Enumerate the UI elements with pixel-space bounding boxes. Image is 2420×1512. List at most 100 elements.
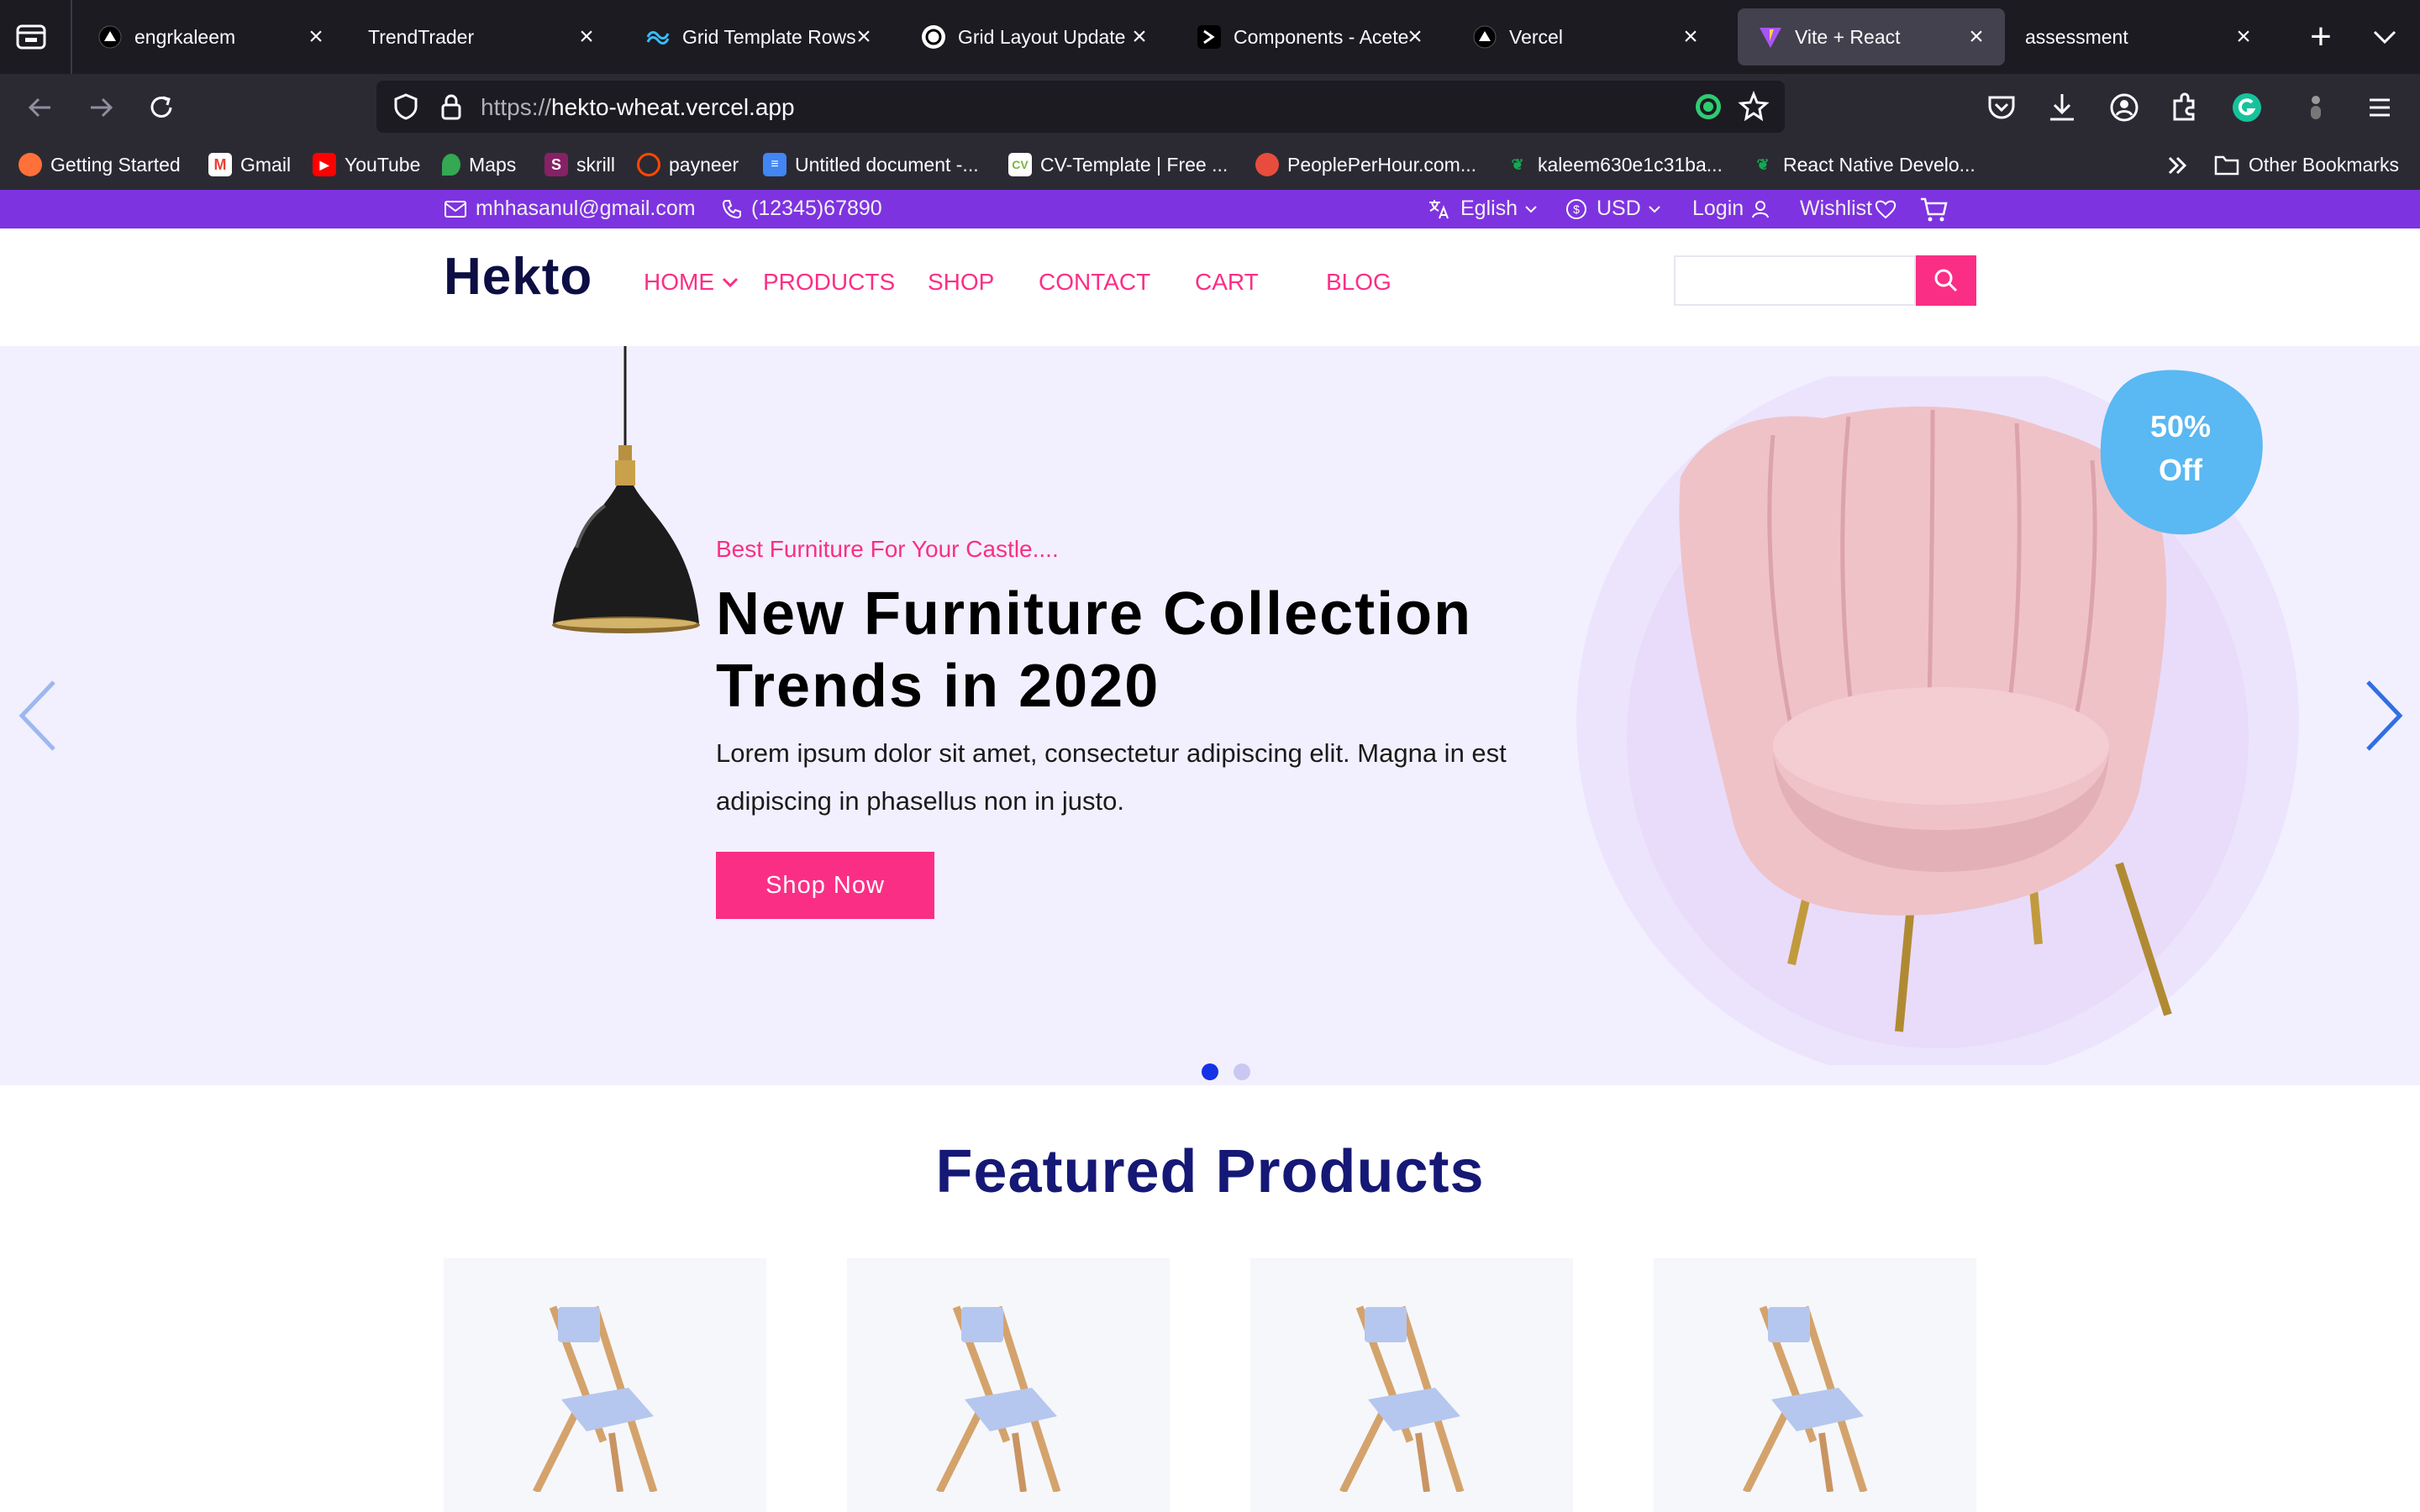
product-card[interactable]	[1250, 1258, 1573, 1512]
mongodb-leaf-icon: ❦	[1756, 155, 1770, 173]
tab-assessment[interactable]: assessment ×	[2005, 8, 2272, 66]
login-text: Login	[1692, 197, 1744, 220]
nav-contact[interactable]: CONTACT	[1039, 269, 1150, 296]
close-tab-icon[interactable]: ×	[1676, 22, 1706, 52]
bookmark-label: Gmail	[240, 153, 292, 176]
skrill-icon: S	[544, 153, 568, 176]
bookmark-label: PeoplePerHour.com...	[1287, 153, 1477, 176]
firefox-view-icon[interactable]	[15, 22, 47, 52]
product-card[interactable]	[444, 1258, 766, 1512]
tab-vite-react[interactable]: Vite + React ×	[1738, 8, 2005, 66]
wishlist-link[interactable]: Wishlist	[1800, 197, 1906, 221]
close-tab-icon[interactable]: ×	[849, 22, 879, 52]
tab-engrkaleem[interactable]: engrkaleem ×	[77, 8, 345, 66]
search-button[interactable]	[1916, 255, 1976, 306]
cv-template-icon: CV	[1008, 153, 1032, 176]
new-tab-icon[interactable]: +	[2302, 18, 2339, 55]
firefox-icon	[18, 153, 42, 176]
tracking-shield-icon[interactable]	[390, 91, 422, 123]
grammarly-icon[interactable]	[2228, 89, 2265, 126]
bookmark-maps[interactable]: Maps	[442, 150, 516, 180]
openai-icon	[921, 24, 946, 50]
url-text[interactable]: https://hekto-wheat.vercel.app	[481, 94, 795, 121]
bookmark-getting-started[interactable]: Getting Started	[18, 150, 181, 180]
close-tab-icon[interactable]: ×	[571, 22, 602, 52]
slider-dot[interactable]	[1234, 1063, 1250, 1080]
discount-percent: 50%	[2149, 409, 2212, 444]
phone-icon	[722, 199, 741, 218]
top-info-bar: mhhasanul@gmail.com (12345)67890 Eglish …	[0, 190, 2420, 228]
bookmarks-toolbar: Getting Started M Gmail ▶ YouTube Maps Ssk…	[0, 139, 2420, 190]
bookmark-cv-template[interactable]: CV CV-Template | Free ...	[1008, 150, 1228, 180]
close-tab-icon[interactable]: ×	[1124, 22, 1155, 52]
extensions-puzzle-icon[interactable]	[2166, 89, 2203, 126]
navigation-toolbar: https://hekto-wheat.vercel.app	[0, 74, 2420, 139]
product-card[interactable]	[847, 1258, 1170, 1512]
account-icon[interactable]	[2106, 89, 2143, 126]
tab-strip: engrkaleem × TrendTrader × Grid Template…	[0, 0, 2420, 74]
bookmark-untitled-document[interactable]: ≡ Untitled document -...	[763, 150, 979, 180]
extension-figure-icon[interactable]	[2297, 89, 2334, 126]
bookmark-star-icon[interactable]	[1738, 91, 1770, 123]
shop-now-button[interactable]: Shop Now	[716, 852, 934, 919]
bookmark-payoneer[interactable]: payneer	[637, 150, 739, 180]
bookmark-mongodb-kaleem[interactable]: ❦ kaleem630e1c31ba...	[1506, 150, 1722, 180]
other-bookmarks[interactable]: Other Bookmarks	[2213, 150, 2399, 180]
cart-link[interactable]	[1919, 197, 1958, 223]
product-card[interactable]	[1654, 1258, 1976, 1512]
phone-contact[interactable]: (12345)67890	[721, 197, 882, 221]
chevron-down-icon	[1649, 205, 1660, 213]
close-tab-icon[interactable]: ×	[2228, 22, 2259, 52]
close-tab-icon[interactable]: ×	[301, 22, 331, 52]
nav-cart[interactable]: CART	[1195, 269, 1259, 296]
lock-icon[interactable]	[435, 91, 467, 123]
tab-list-chevron-icon[interactable]	[2368, 20, 2402, 54]
nav-blog[interactable]: BLOG	[1326, 269, 1392, 296]
tab-components-aceternity[interactable]: Components - Acete ×	[1176, 8, 1444, 66]
slider-next-arrow-icon[interactable]	[2358, 675, 2408, 756]
bookmark-gmail[interactable]: M Gmail	[208, 150, 291, 180]
downloads-icon[interactable]	[2044, 89, 2081, 126]
nav-shop[interactable]: SHOP	[928, 269, 994, 296]
url-protocol: https://	[481, 94, 552, 120]
email-contact[interactable]: mhhasanul@gmail.com	[444, 197, 696, 221]
pocket-icon[interactable]	[1983, 89, 2020, 126]
language-select[interactable]: Eglish	[1427, 197, 1548, 221]
close-tab-icon[interactable]: ×	[1961, 22, 1991, 52]
google-docs-icon: ≡	[763, 153, 786, 176]
login-link[interactable]: Login	[1692, 197, 1779, 221]
payoneer-icon	[637, 153, 660, 176]
discount-off: Off	[2159, 453, 2202, 487]
site-logo[interactable]: Hekto	[444, 247, 592, 307]
cart-icon	[1921, 197, 1948, 222]
close-tab-icon[interactable]: ×	[1400, 22, 1430, 52]
search-icon	[1934, 269, 1958, 292]
back-arrow-icon[interactable]	[22, 89, 59, 126]
slider-dot-active[interactable]	[1202, 1063, 1218, 1080]
bookmark-skrill[interactable]: Sskrill	[544, 150, 615, 180]
browser-chrome: engrkaleem × TrendTrader × Grid Template…	[0, 0, 2420, 190]
tab-trendtrader[interactable]: TrendTrader ×	[348, 8, 615, 66]
url-bar[interactable]: https://hekto-wheat.vercel.app	[376, 81, 1785, 133]
more-bookmarks-chevron-icon[interactable]	[2163, 151, 2191, 180]
translate-icon	[1429, 199, 1449, 218]
bookmark-react-native[interactable]: ❦ React Native Develo...	[1751, 150, 1975, 180]
menu-hamburger-icon[interactable]	[2361, 89, 2398, 126]
search-input[interactable]	[1674, 255, 1916, 306]
reload-icon[interactable]	[143, 89, 180, 126]
bookmark-youtube[interactable]: ▶ YouTube	[313, 150, 420, 180]
slider-prev-arrow-icon[interactable]	[13, 675, 64, 756]
nav-products[interactable]: PRODUCTS	[763, 269, 895, 296]
vercel-triangle-icon	[97, 24, 123, 50]
forward-arrow-icon[interactable]	[82, 89, 119, 126]
extension-target-icon[interactable]	[1692, 91, 1724, 123]
web-page: mhhasanul@gmail.com (12345)67890 Eglish …	[0, 190, 2420, 1512]
tab-vercel[interactable]: Vercel ×	[1452, 8, 1719, 66]
product-chair-image	[1339, 1305, 1465, 1492]
tab-grid-layout-update[interactable]: Grid Layout Update ×	[901, 8, 1168, 66]
bookmark-peopleperhour[interactable]: PeoplePerHour.com...	[1255, 150, 1476, 180]
currency-select[interactable]: $ USD	[1565, 197, 1671, 221]
tab-grid-template-rows[interactable]: Grid Template Rows ×	[625, 8, 892, 66]
chevron-down-icon	[1525, 205, 1537, 213]
nav-home[interactable]: HOME	[644, 269, 741, 296]
